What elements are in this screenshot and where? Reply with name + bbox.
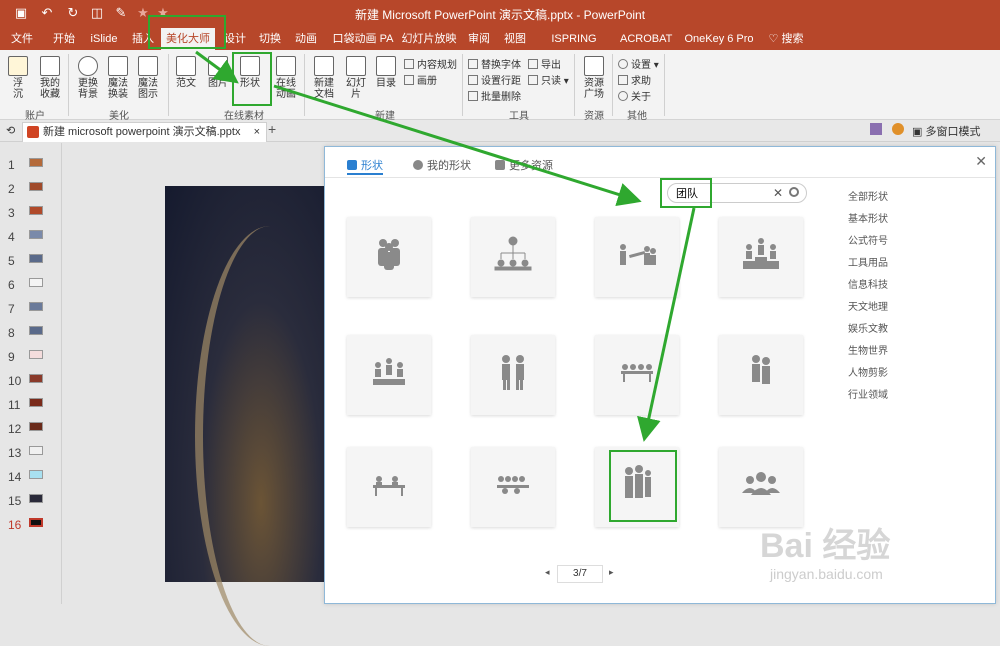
arrow-to-search — [273, 84, 642, 207]
annotation-arrows — [195, 50, 696, 442]
arrow-to-shape — [195, 50, 239, 84]
arrow-to-result — [637, 207, 696, 442]
watermark-logo: Bai 经验 — [760, 527, 891, 565]
watermark-url: jingyan.baidu.com — [770, 566, 883, 582]
